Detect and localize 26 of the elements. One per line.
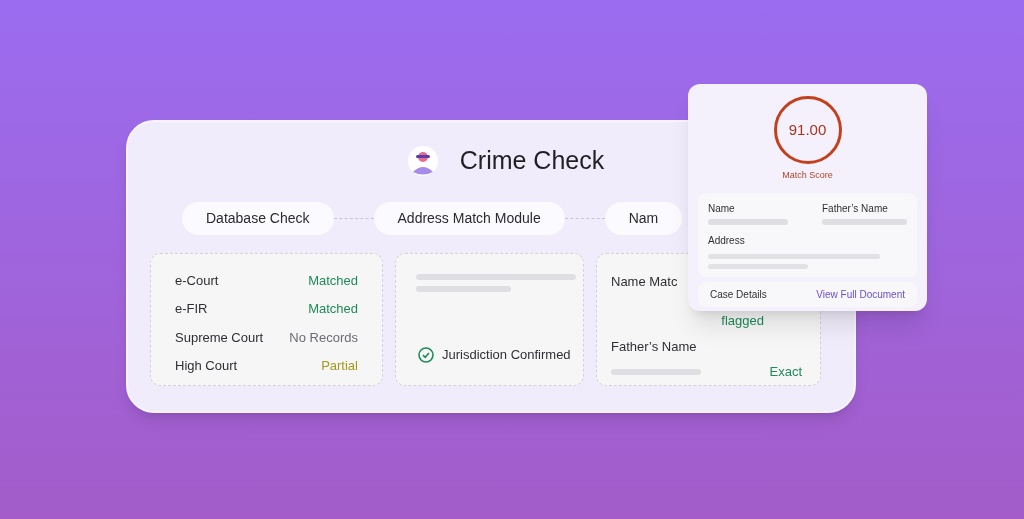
result-status: No Records: [289, 328, 358, 347]
address-label: Address: [708, 233, 746, 248]
source-label: Supreme Court: [175, 328, 264, 347]
jurisdiction-status: Jurisdiction Confirmed: [442, 346, 571, 364]
step-pill: Database Check: [182, 201, 334, 235]
step-pill: Nam: [604, 201, 683, 235]
result-status: Matched: [308, 300, 358, 318]
father-name-label: Father’s Name: [611, 337, 698, 356]
view-document-link[interactable]: View Full Document: [816, 286, 905, 302]
source-label: e-FIR: [175, 300, 208, 318]
field-label: Father’s Name: [822, 201, 889, 216]
result-status: Matched: [308, 271, 358, 290]
field-label: Name: [708, 201, 736, 216]
name-result: flagged: [721, 312, 764, 330]
score-label: Match Score: [781, 169, 834, 182]
father-result: Exact: [769, 363, 802, 381]
result-status: Partial: [321, 357, 358, 375]
step-pill: Address Match Module: [373, 201, 565, 235]
check-circle-icon: [418, 346, 434, 363]
source-label: e-Court: [175, 271, 219, 290]
avatar-icon: [407, 145, 438, 176]
case-details-label: Case Details: [710, 287, 767, 302]
card-title: Crime Check: [459, 145, 605, 176]
score-value: 91.00: [788, 119, 827, 140]
source-label: High Court: [175, 357, 238, 375]
name-match-label: Name Matc: [611, 272, 679, 291]
